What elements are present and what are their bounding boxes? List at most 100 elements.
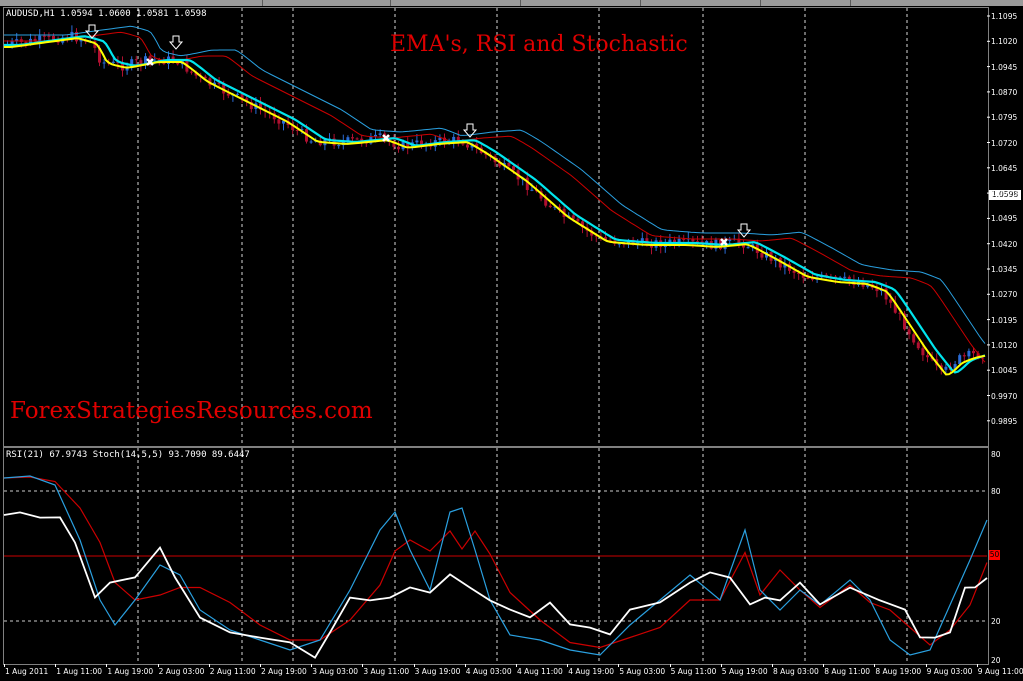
candle-body: [309, 141, 313, 143]
candle-body: [47, 35, 51, 37]
price-tick-label: 1.0045: [991, 366, 1018, 376]
price-chart-header: AUDUSD,H1 1.0594 1.0600 1.0581 1.0598: [6, 9, 207, 19]
price-tick-label: 1.0720: [991, 138, 1018, 148]
candle-body: [843, 276, 847, 278]
ind-tick-20: 20: [991, 617, 1001, 626]
time-tick-label: 5 Aug 11:00: [670, 667, 717, 676]
candle-body: [806, 277, 810, 279]
price-tick-label: 1.1020: [991, 37, 1018, 47]
time-tick-mark: [464, 664, 466, 667]
price-tick-label: 1.0495: [991, 214, 1018, 224]
candle-body: [378, 133, 382, 135]
time-tick-label: 4 Aug 03:00: [465, 667, 512, 676]
time-tick-mark: [260, 664, 261, 667]
indicator-header: RSI(21) 67.9743 Stoch(14,5,5) 93.7090 89…: [6, 450, 250, 460]
time-tick-label: 3 Aug 03:00: [312, 667, 358, 676]
ema-fast-line: [4, 37, 986, 376]
candle-body: [571, 215, 575, 219]
time-tick-mark: [413, 664, 415, 667]
price-tick-label: 1.0945: [991, 62, 1018, 72]
time-tick-mark: [976, 664, 978, 667]
time-tick-label: 2 Aug 03:00: [158, 667, 205, 676]
time-tick-label: 3 Aug 11:00: [363, 667, 410, 676]
candle-body: [415, 140, 419, 143]
price-tick-label: 1.0420: [991, 239, 1018, 249]
time-tick-label: 8 Aug 11:00: [824, 667, 870, 676]
candle-body: [226, 93, 230, 96]
price-tick-label: 1.0270: [991, 290, 1018, 300]
candle-body: [926, 355, 929, 358]
candle-body: [972, 350, 975, 354]
chart-title: EMA's, RSI and Stochastic: [390, 32, 688, 57]
candle-body: [42, 35, 46, 37]
price-tick-label: 1.0345: [991, 265, 1018, 274]
candle-body: [374, 134, 377, 137]
candle-body: [351, 137, 354, 139]
candle-body: [190, 71, 193, 73]
candle-body: [916, 342, 920, 349]
candle-body: [576, 218, 580, 222]
rsi-line: [3, 511, 988, 659]
time-tick-mark: [823, 664, 825, 667]
time-tick-label: 8 Aug 03:00: [773, 667, 819, 676]
candle-body: [466, 144, 469, 148]
time-tick-mark: [208, 664, 210, 667]
candle-body: [507, 162, 511, 167]
candle-body: [512, 166, 515, 171]
time-tick-mark: [874, 664, 876, 667]
ema-slow-red-line: [4, 31, 986, 363]
candle-body: [277, 119, 281, 124]
time-tick-label: 2 Aug 11:00: [209, 667, 256, 676]
candle-body: [907, 329, 911, 335]
time-tick-label: 4 Aug 11:00: [517, 667, 563, 676]
price-tick-label: 1.0645: [991, 163, 1018, 173]
time-tick-mark: [157, 664, 159, 667]
metatrader-window: AUDUSD,H1 1.0594 1.0600 1.0581 1.0598 EM…: [0, 0, 1023, 681]
time-tick-mark: [669, 664, 671, 667]
ind-tick-bottom: 20: [991, 656, 1001, 665]
stoch-signal-line: [3, 476, 988, 649]
time-tick-label: 9 Aug 03:00: [926, 667, 973, 676]
time-tick-mark: [925, 664, 927, 667]
candle-body: [668, 239, 672, 243]
time-tick-mark: [311, 664, 313, 667]
time-tick-label: 1 Aug 2011: [5, 667, 49, 676]
chart-canvas: [3, 8, 990, 662]
ema-slow-blue-line: [4, 25, 986, 344]
time-tick-mark: [772, 664, 773, 667]
candle-body: [397, 146, 400, 150]
price-tick-label: 1.0795: [991, 113, 1018, 123]
candle-body: [967, 350, 971, 357]
ind-tick-80: 80: [991, 487, 1001, 496]
candle-body: [236, 93, 239, 95]
watermark-text: ForexStrategiesResources.com: [10, 398, 373, 424]
price-tick-label: 1.0870: [991, 87, 1018, 97]
candle-body: [944, 366, 948, 370]
candle-body: [548, 205, 552, 208]
time-tick-label: 8 Aug 19:00: [875, 667, 922, 676]
price-tick-label: 1.1095: [991, 12, 1018, 21]
time-tick-label: 5 Aug 03:00: [619, 667, 666, 676]
ind-tick-top: 80: [991, 450, 1001, 459]
down-arrow-icon: [736, 223, 752, 238]
time-tick-mark: [720, 664, 722, 667]
time-tick-label: 3 Aug 19:00: [414, 667, 461, 676]
candle-body: [921, 348, 925, 356]
time-tick-label: 1 Aug 11:00: [56, 667, 102, 676]
time-tick-mark: [618, 664, 620, 667]
time-tick-label: 4 Aug 19:00: [568, 667, 614, 676]
time-tick-mark: [106, 664, 108, 667]
price-tick-label: 1.0120: [991, 340, 1018, 350]
candle-body: [746, 247, 750, 249]
candle-body: [958, 355, 962, 365]
candle-body: [682, 238, 686, 240]
candle-body: [962, 355, 966, 357]
candle-body: [337, 145, 341, 147]
time-tick-label: 2 Aug 19:00: [261, 667, 307, 676]
rsi-50-level-label: 50: [989, 550, 1000, 560]
price-tick-label: 0.9970: [991, 391, 1018, 401]
candle-body: [889, 299, 893, 303]
price-tick-label: 0.9895: [991, 416, 1018, 426]
candle-body: [728, 239, 732, 241]
time-tick-mark: [4, 664, 5, 667]
